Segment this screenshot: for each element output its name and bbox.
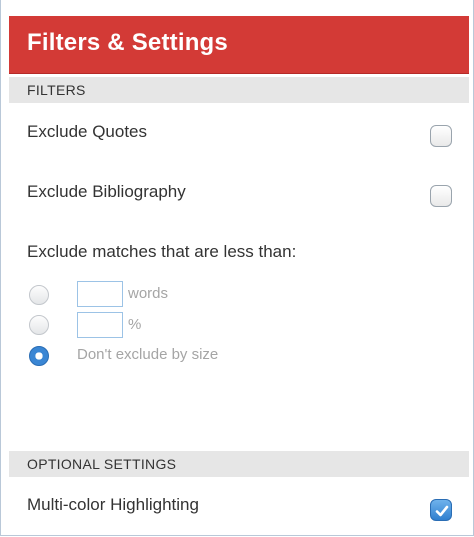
words-unit-label: words	[128, 285, 169, 302]
multi-color-highlighting-checkbox[interactable]	[430, 499, 452, 521]
exclude-by-words-radio[interactable]	[29, 285, 49, 305]
optional-settings-section-header: OPTIONAL SETTINGS	[9, 451, 469, 477]
checkmark-icon	[435, 505, 449, 517]
percent-unit-label: %	[128, 316, 142, 333]
percent-input[interactable]	[77, 312, 123, 338]
filters-section-header: FILTERS	[9, 77, 469, 103]
exclude-by-percent-radio[interactable]	[29, 315, 49, 335]
exclude-bibliography-label: Exclude Bibliography	[27, 182, 186, 201]
dont-exclude-by-size-label: Don't exclude by size	[77, 346, 219, 363]
multi-color-highlighting-label: Multi-color Highlighting	[27, 495, 199, 514]
exclude-quotes-checkbox[interactable]	[430, 125, 452, 147]
filters-section-title: FILTERS	[27, 82, 86, 98]
panel-title: Filters & Settings	[27, 29, 228, 56]
optional-settings-section-title: OPTIONAL SETTINGS	[27, 456, 177, 472]
panel-content: FILTERS Exclude Quotes Exclude Bibliogra…	[9, 74, 469, 535]
panel-header: Filters & Settings	[9, 16, 469, 74]
filters-settings-panel: Filters & Settings FILTERS Exclude Quote…	[0, 0, 474, 536]
dont-exclude-by-size-radio[interactable]	[29, 346, 49, 366]
exclude-quotes-label: Exclude Quotes	[27, 122, 148, 141]
exclude-bibliography-checkbox[interactable]	[430, 185, 452, 207]
words-input[interactable]	[77, 281, 123, 307]
exclude-matches-label: Exclude matches that are less than:	[27, 242, 297, 261]
